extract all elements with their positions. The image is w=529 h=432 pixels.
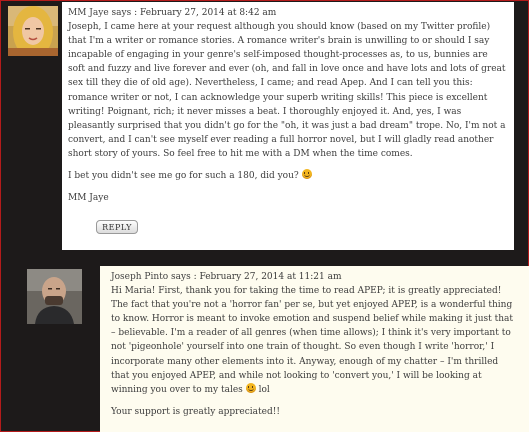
comment-body: Hi Maria! First, thank you for taking th…	[111, 284, 519, 397]
comment-body-line: I bet you didn't see me go for such a 18…	[68, 169, 506, 183]
comment-body-line: Your support is greatly appreciated!!	[111, 406, 280, 417]
comment-says: says :	[168, 272, 200, 282]
comment-text: I bet you didn't see me go for such a 18…	[68, 171, 299, 182]
comment-body: Joseph, I came here at your request alth…	[68, 22, 506, 159]
comment-date[interactable]: February 27, 2014 at 8:42 am	[140, 8, 276, 18]
comment-text: Hi Maria! First, thank you for taking th…	[111, 286, 514, 395]
comment-meta: MM Jaye says : February 27, 2014 at 8:42…	[68, 6, 506, 20]
avatar	[27, 269, 82, 324]
comment-meta: Joseph Pinto says : February 27, 2014 at…	[111, 270, 519, 284]
comment-mm-jaye: MM Jaye says : February 27, 2014 at 8:42…	[62, 2, 514, 250]
comment-joseph-pinto: Joseph Pinto says : February 27, 2014 at…	[100, 266, 529, 432]
smiley-icon	[301, 169, 312, 180]
smiley-icon	[245, 382, 256, 393]
reply-button[interactable]: REPLY	[96, 220, 138, 234]
comment-text-lol: lol	[258, 384, 270, 395]
comment-author: MM Jaye	[68, 8, 109, 18]
comment-author: Joseph Pinto	[111, 272, 169, 282]
avatar	[8, 6, 58, 56]
comment-date[interactable]: February 27, 2014 at 11:21 am	[199, 272, 341, 282]
comment-says: says :	[108, 8, 140, 18]
comment-signature: MM Jaye	[68, 193, 109, 204]
